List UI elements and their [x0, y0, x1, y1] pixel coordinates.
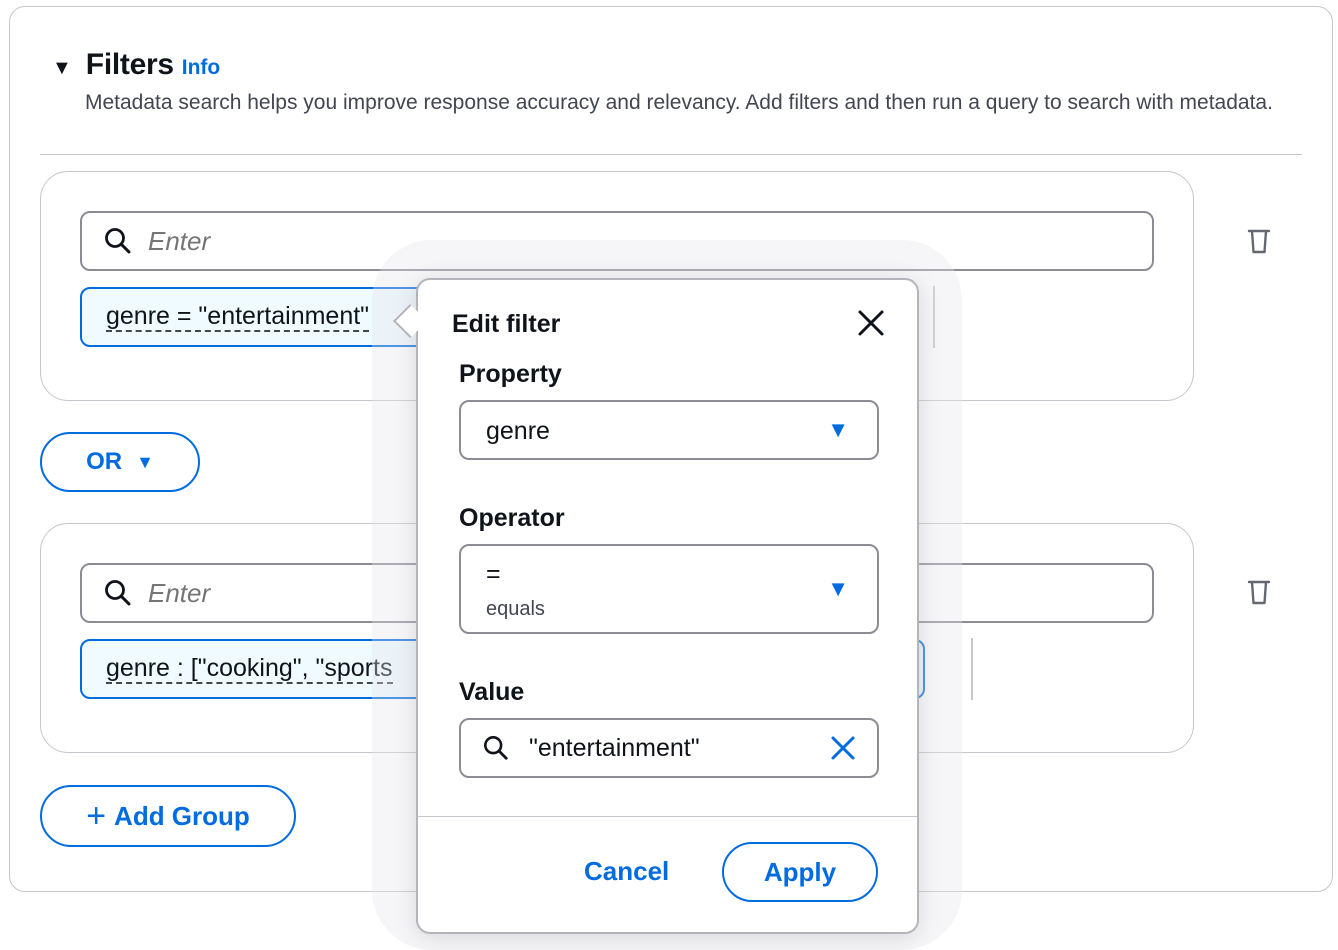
trash-icon[interactable]: [1245, 225, 1273, 257]
group-operator-label: OR: [86, 448, 123, 475]
triangle-down-icon: ▼: [827, 576, 849, 601]
operator-value: =: [486, 560, 501, 588]
value-input[interactable]: "entertainment": [459, 718, 879, 778]
operator-label: Operator: [459, 504, 565, 532]
triangle-down-icon: ▼: [136, 451, 154, 472]
triangle-down-icon: ▼: [827, 417, 849, 442]
apply-label: Apply: [763, 856, 837, 887]
section-description: Metadata search helps you improve respon…: [85, 91, 1273, 114]
close-icon[interactable]: [856, 308, 886, 338]
clear-icon[interactable]: [829, 734, 857, 762]
group-operator-dropdown[interactable]: OR ▼: [40, 432, 200, 492]
popover-divider: [418, 816, 917, 817]
cancel-button[interactable]: Cancel: [584, 856, 669, 887]
section-header: ▼ Filters Info: [52, 48, 220, 82]
token-separator: [971, 638, 973, 700]
value-text[interactable]: "entertainment": [529, 734, 829, 763]
search-icon: [105, 228, 131, 254]
divider: [40, 154, 1302, 155]
add-group-label: Add Group: [114, 800, 250, 831]
operator-description: equals: [486, 598, 545, 620]
trash-icon[interactable]: [1245, 576, 1273, 608]
search-icon: [105, 580, 131, 606]
plus-icon: +: [86, 797, 107, 835]
info-link[interactable]: Info: [182, 56, 220, 80]
popover-title: Edit filter: [452, 310, 561, 338]
filter-token-label: genre = "entertainment": [106, 302, 370, 332]
section-title: Filters: [85, 48, 174, 81]
search-icon: [484, 736, 508, 760]
apply-button[interactable]: Apply: [722, 842, 878, 902]
operator-select[interactable]: = equals ▼: [459, 544, 879, 634]
property-label: Property: [459, 360, 562, 388]
filter-token-label: genre : ["cooking", "sports: [106, 654, 393, 684]
add-group-button[interactable]: + Add Group: [40, 785, 296, 847]
property-value: genre: [486, 417, 550, 445]
value-label: Value: [459, 678, 525, 706]
edit-filter-popover: Edit filter Property genre ▼ Operator = …: [416, 278, 919, 934]
caret-down-icon[interactable]: ▼: [52, 58, 72, 78]
property-select[interactable]: genre ▼: [459, 400, 879, 460]
